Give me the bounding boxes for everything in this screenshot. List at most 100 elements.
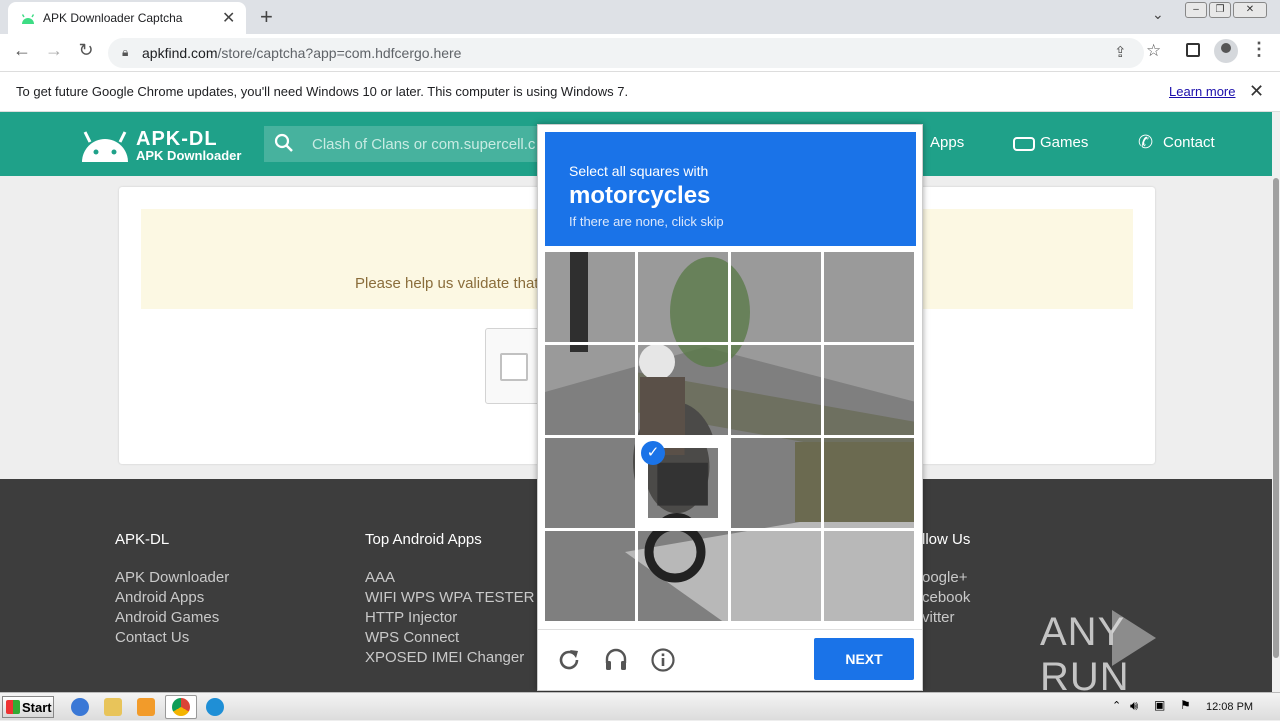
logo-subtitle[interactable]: APK Downloader xyxy=(136,148,241,163)
restore-button[interactable]: ❐ xyxy=(1209,2,1231,18)
share-icon[interactable]: ⇪ xyxy=(1114,43,1127,61)
kebab-menu-icon[interactable]: ⋮ xyxy=(1250,39,1268,60)
url-text[interactable]: apkfind.com/store/captcha?app=com.hdfcer… xyxy=(142,45,461,61)
gamepad-icon[interactable] xyxy=(1013,137,1035,151)
captcha-tile[interactable] xyxy=(638,345,728,435)
back-icon[interactable]: ← xyxy=(10,40,34,61)
captcha-instructions: Select all squares with motorcycles If t… xyxy=(545,132,916,246)
lock-icon[interactable]: 🔒︎ xyxy=(122,45,128,60)
captcha-tile[interactable]: ✓ xyxy=(638,438,728,528)
notice-text: Please help us validate that xyxy=(355,275,539,292)
android-logo-icon xyxy=(82,131,128,162)
volume-icon[interactable]: 🔊︎ xyxy=(1130,698,1138,714)
captcha-tile[interactable] xyxy=(545,438,635,528)
taskbar-clock[interactable]: 12:08 PM xyxy=(1206,701,1253,713)
chrome-icon xyxy=(172,698,190,716)
captcha-tile[interactable] xyxy=(731,252,821,342)
tab-strip: APK Downloader Captcha ✕ + ⌄ – ❐ ✕ xyxy=(0,0,1280,34)
captcha-tile-image xyxy=(824,252,914,342)
scrollbar-thumb[interactable] xyxy=(1273,178,1279,658)
captcha-skip-hint: If there are none, click skip xyxy=(569,214,724,229)
minimize-button[interactable]: – xyxy=(1185,2,1207,18)
recaptcha-widget xyxy=(485,328,545,404)
forward-icon[interactable]: → xyxy=(42,40,66,61)
address-bar[interactable]: 🔒︎ apkfind.com/store/captcha?app=com.hdf… xyxy=(108,38,1161,68)
anyrun-watermark: ANYRUN xyxy=(1040,610,1272,692)
side-panel-icon[interactable] xyxy=(1186,43,1200,57)
captcha-tile-image xyxy=(545,252,635,342)
footer-link[interactable]: Contact Us xyxy=(115,629,189,646)
windows-logo-icon xyxy=(6,700,20,714)
edge-icon[interactable] xyxy=(206,698,224,716)
close-window-button[interactable]: ✕ xyxy=(1233,2,1267,18)
search-input[interactable] xyxy=(312,132,542,156)
captcha-tile-image xyxy=(731,252,821,342)
media-player-icon[interactable] xyxy=(137,698,155,716)
footer-link[interactable]: cebook xyxy=(922,589,970,606)
windows-taskbar: Start ⌃ 🔊︎ ▣ ⚑ 12:08 PM xyxy=(0,692,1280,720)
search-icon[interactable] xyxy=(274,133,294,153)
captcha-tile[interactable] xyxy=(824,531,914,621)
captcha-tile[interactable] xyxy=(824,438,914,528)
captcha-tile-image xyxy=(638,252,728,342)
captcha-tile[interactable] xyxy=(638,531,728,621)
captcha-tile[interactable] xyxy=(545,531,635,621)
nav-apps-link[interactable]: Apps xyxy=(930,134,964,151)
nav-games-link[interactable]: Games xyxy=(1040,134,1088,151)
footer-link[interactable]: vitter xyxy=(922,609,955,626)
footer-col1-title: APK-DL xyxy=(115,531,170,548)
footer-link[interactable]: WPS Connect xyxy=(365,629,459,646)
captcha-tile[interactable] xyxy=(545,252,635,342)
captcha-tile[interactable] xyxy=(731,438,821,528)
phone-icon[interactable]: ✆ xyxy=(1138,132,1153,153)
captcha-tile[interactable] xyxy=(731,345,821,435)
nav-contact-link[interactable]: Contact xyxy=(1163,134,1215,151)
start-button[interactable]: Start xyxy=(2,696,54,718)
footer-link[interactable]: Android Games xyxy=(115,609,219,626)
action-center-flag-icon[interactable]: ⚑ xyxy=(1180,698,1191,712)
footer-link[interactable]: APK Downloader xyxy=(115,569,229,586)
footer-link[interactable]: HTTP Injector xyxy=(365,609,457,626)
footer-col3-title: llow Us xyxy=(922,531,971,548)
captcha-tile-image xyxy=(824,531,914,621)
next-button[interactable]: NEXT xyxy=(814,638,914,680)
captcha-tile[interactable] xyxy=(824,345,914,435)
chrome-taskbar-button[interactable] xyxy=(165,695,197,719)
audio-challenge-icon[interactable] xyxy=(603,647,629,673)
network-icon[interactable]: ▣ xyxy=(1154,698,1165,712)
captcha-tile-image xyxy=(638,531,728,621)
tab-close-icon[interactable]: ✕ xyxy=(222,8,235,28)
browser-tab[interactable]: APK Downloader Captcha ✕ xyxy=(8,2,246,34)
android-favicon-icon xyxy=(21,14,35,24)
new-tab-button[interactable]: + xyxy=(260,4,273,30)
learn-more-link[interactable]: Learn more xyxy=(1169,84,1235,99)
url-host: apkfind.com xyxy=(142,45,218,61)
file-explorer-icon[interactable] xyxy=(104,698,122,716)
captcha-tile-image xyxy=(824,438,914,528)
captcha-tile[interactable] xyxy=(824,252,914,342)
captcha-target-object: motorcycles xyxy=(569,182,711,209)
footer-link[interactable]: XPOSED IMEI Changer xyxy=(365,649,524,666)
system-tray: ⌃ 🔊︎ ▣ ⚑ xyxy=(1108,693,1280,721)
footer-link[interactable]: Android Apps xyxy=(115,589,204,606)
captcha-challenge: Select all squares with motorcycles If t… xyxy=(537,124,923,691)
captcha-tile[interactable] xyxy=(545,345,635,435)
footer-link[interactable]: oogle+ xyxy=(922,569,967,586)
reload-challenge-icon[interactable] xyxy=(556,647,582,673)
captcha-tile[interactable] xyxy=(638,252,728,342)
recaptcha-checkbox[interactable] xyxy=(500,353,528,381)
footer-link[interactable]: AAA xyxy=(365,569,395,586)
internet-explorer-icon[interactable] xyxy=(71,698,89,716)
infobar-close-icon[interactable]: ✕ xyxy=(1249,81,1264,102)
reload-icon[interactable]: ↻ xyxy=(74,40,98,61)
captcha-tile-image xyxy=(731,531,821,621)
bookmark-star-icon[interactable]: ☆ xyxy=(1146,41,1161,61)
footer-link[interactable]: WIFI WPS WPA TESTER xyxy=(365,589,534,606)
profile-avatar-icon[interactable] xyxy=(1214,39,1238,63)
captcha-tile-image xyxy=(545,345,635,435)
tray-expand-icon[interactable]: ⌃ xyxy=(1112,699,1121,712)
tab-search-icon[interactable]: ⌄ xyxy=(1152,6,1164,23)
captcha-tile[interactable] xyxy=(731,531,821,621)
info-help-icon[interactable] xyxy=(650,647,676,673)
start-label: Start xyxy=(22,700,52,715)
